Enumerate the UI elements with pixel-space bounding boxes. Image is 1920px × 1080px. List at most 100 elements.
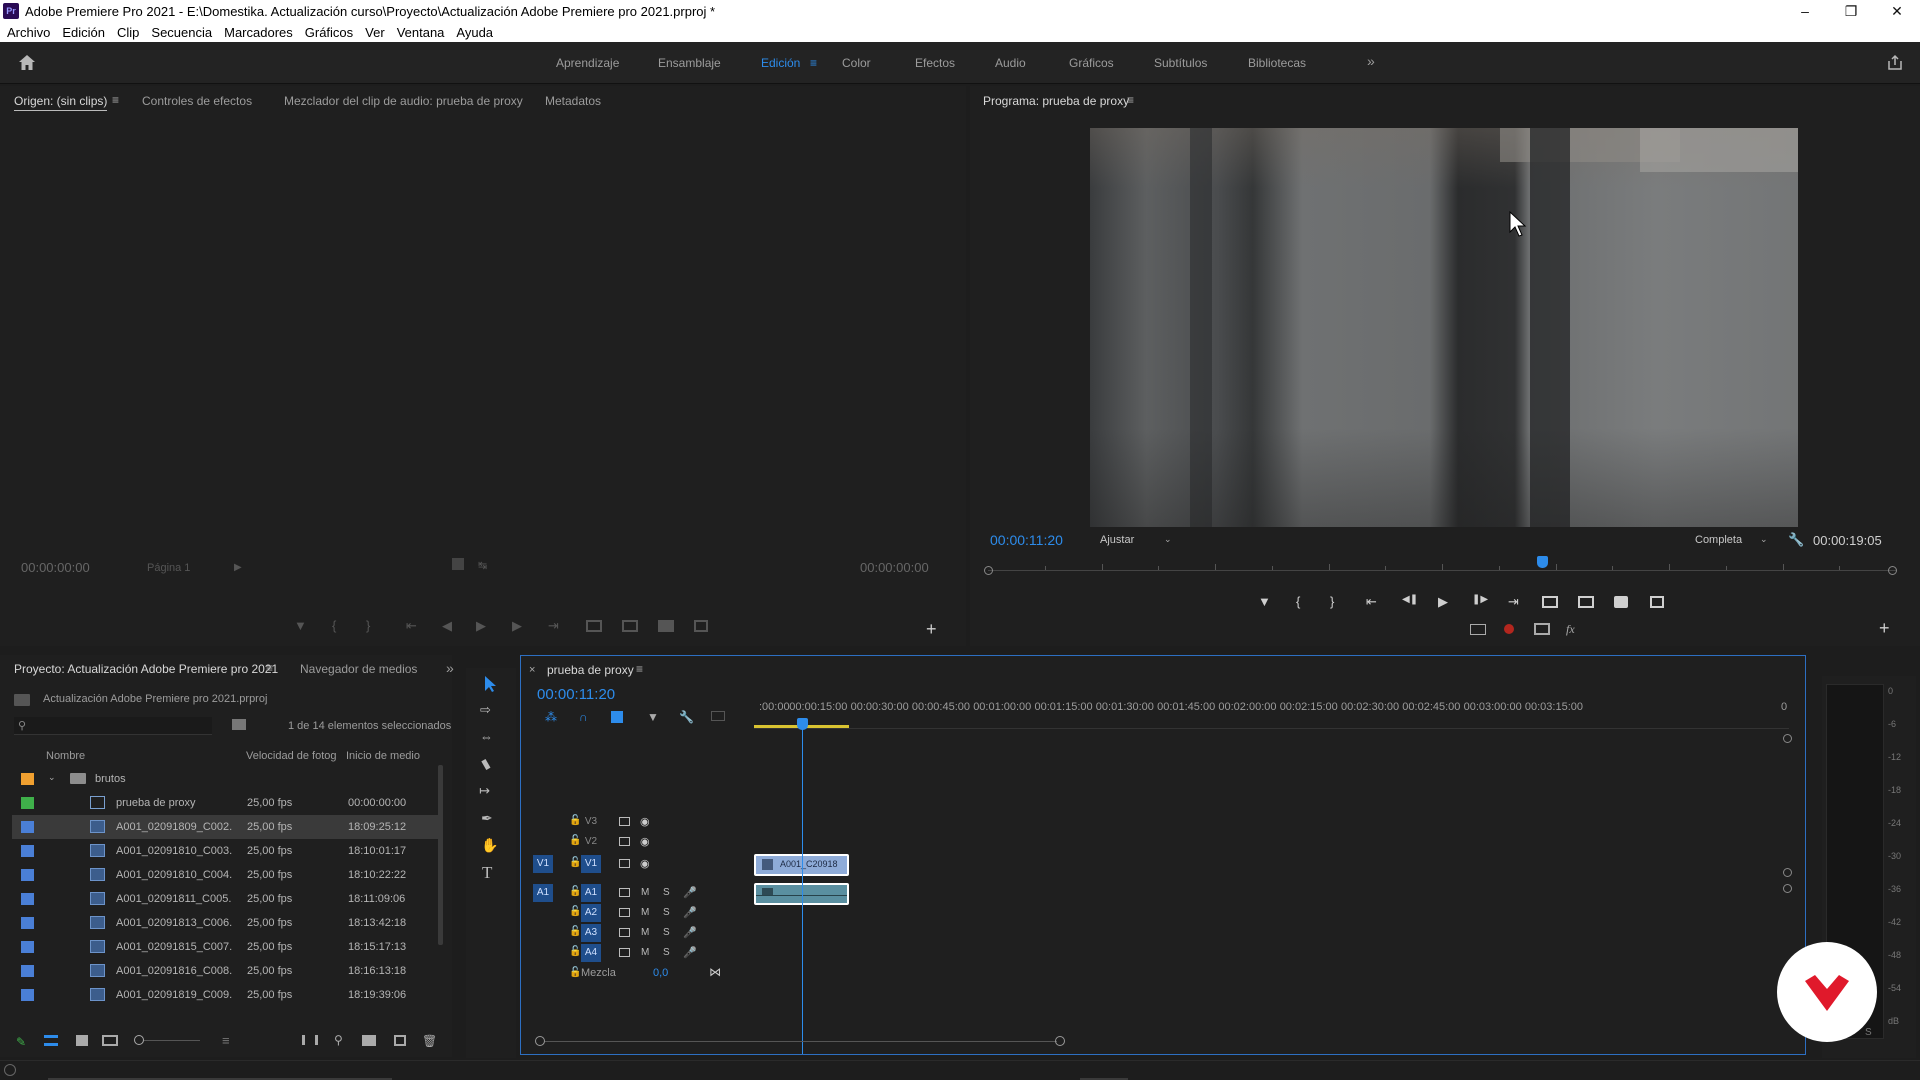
sequence-tab-menu-icon[interactable]: ≡ (636, 662, 643, 676)
workspace-ensamblaje[interactable]: Ensamblaje (658, 56, 721, 70)
zoom-slider[interactable] (144, 1040, 200, 1041)
label-color-swatch[interactable] (21, 965, 34, 977)
nest-toggle-icon[interactable]: ⁂ (545, 710, 557, 724)
mark-in-icon[interactable]: { (1296, 594, 1300, 609)
program-scrubber[interactable] (984, 556, 1900, 582)
eye-icon[interactable]: ◉ (640, 815, 650, 828)
lock-icon[interactable]: 🔓 (569, 926, 581, 937)
workspace-graficos[interactable]: Gráficos (1069, 56, 1114, 70)
mute-button[interactable]: M (641, 907, 649, 918)
ripple-edit-tool-icon[interactable]: ⇔ (480, 729, 493, 744)
safe-margins-icon[interactable] (452, 558, 464, 570)
new-bin-from-search-icon[interactable] (232, 719, 246, 730)
export-frame-icon[interactable] (658, 620, 674, 632)
track-target-a3[interactable]: A3 (581, 924, 601, 942)
lift-icon[interactable] (1542, 596, 1558, 608)
type-tool-icon[interactable]: T (482, 863, 492, 883)
label-color-swatch[interactable] (21, 845, 34, 857)
menu-edicion[interactable]: Edición (62, 25, 105, 40)
tab-media-browser[interactable]: Navegador de medios (300, 662, 417, 676)
label-color-swatch[interactable] (21, 821, 34, 833)
hzoom-right-handle[interactable] (1055, 1036, 1065, 1046)
play-icon[interactable]: ▶ (1438, 594, 1448, 610)
vertical-zoom-handle-audio[interactable] (1783, 884, 1792, 893)
workspace-efectos[interactable]: Efectos (915, 56, 955, 70)
hzoom-left-handle[interactable] (535, 1036, 545, 1046)
program-timecode[interactable]: 00:00:11:20 (990, 532, 1063, 548)
lock-icon[interactable]: 🔓 (569, 906, 581, 917)
scrubber-end-handle[interactable] (1888, 566, 1897, 575)
tab-metadata[interactable]: Metadatos (545, 94, 601, 108)
lock-icon[interactable]: 🔓 (569, 946, 581, 957)
program-playhead[interactable] (1536, 556, 1548, 568)
microphone-icon[interactable]: 🎤 (683, 926, 697, 939)
timeline-settings-wrench-icon[interactable]: 🔧 (679, 710, 694, 724)
track-target-v1[interactable]: V1 (581, 855, 601, 873)
project-item[interactable]: A001_02091810_C003. 25,00 fps 18:10:01:17 (12, 839, 438, 863)
workspace-aprendizaje[interactable]: Aprendizaje (556, 56, 619, 70)
sync-lock-icon[interactable] (619, 888, 630, 897)
track-select-tool-icon[interactable]: ⇨ (480, 702, 491, 718)
more-workspaces-icon[interactable]: » (1367, 53, 1375, 69)
menu-secuencia[interactable]: Secuencia (151, 25, 212, 40)
label-color-swatch[interactable] (21, 869, 34, 881)
source-patch-v1[interactable]: V1 (533, 855, 553, 873)
mark-out-icon[interactable]: } (1330, 594, 1334, 609)
record-icon[interactable] (1504, 624, 1514, 634)
selection-tool-icon[interactable] (482, 675, 498, 693)
sort-icon[interactable]: ≡ (222, 1033, 230, 1048)
label-color-swatch[interactable] (21, 797, 34, 809)
workspace-edicion[interactable]: Edición (761, 56, 800, 70)
microphone-icon[interactable]: 🎤 (683, 946, 697, 959)
fx-icon[interactable]: fx (1566, 622, 1575, 637)
icon-view-icon[interactable] (76, 1035, 88, 1046)
step-forward-icon[interactable]: ▶ (512, 618, 522, 634)
tab-program[interactable]: Programa: prueba de proxy (983, 94, 1129, 108)
timeline-horizontal-zoom[interactable] (535, 1035, 1785, 1049)
source-patch-a1[interactable]: A1 (533, 884, 553, 902)
project-item[interactable]: A001_02091813_C006. 25,00 fps 18:13:42:18 (12, 911, 438, 935)
project-tab-menu-icon[interactable]: ≡ (266, 661, 273, 675)
menu-graficos[interactable]: Gráficos (305, 25, 353, 40)
project-item[interactable]: A001_02091811_C005. 25,00 fps 18:11:09:06 (12, 887, 438, 911)
fit-chevron-down-icon[interactable]: ⌄ (1164, 534, 1172, 545)
trash-icon[interactable]: 🗑 (422, 1034, 437, 1048)
mark-out-icon[interactable]: } (366, 618, 370, 633)
project-search-input[interactable]: ⚲ (14, 717, 212, 735)
tab-effect-controls[interactable]: Controles de efectos (142, 94, 252, 108)
menu-ventana[interactable]: Ventana (397, 25, 445, 40)
sync-lock-icon[interactable] (619, 859, 630, 868)
workspace-color[interactable]: Color (842, 56, 871, 70)
solo-button[interactable]: S (663, 947, 670, 958)
add-marker-icon[interactable]: ▼ (294, 618, 307, 633)
project-item[interactable]: A001_02091810_C004. 25,00 fps 18:10:22:22 (12, 863, 438, 887)
hand-tool-icon[interactable]: ✋ (481, 837, 498, 854)
label-color-swatch[interactable] (21, 941, 34, 953)
snap-icon[interactable]: ∩ (579, 710, 588, 724)
go-to-end-icon[interactable]: ⋈ (709, 965, 721, 979)
freeform-view-icon[interactable] (102, 1035, 118, 1046)
program-tab-menu-icon[interactable]: ≡ (1127, 93, 1134, 107)
sync-lock-icon[interactable] (619, 837, 630, 846)
mark-in-icon[interactable]: { (332, 618, 336, 633)
eye-icon[interactable]: ◉ (640, 835, 650, 848)
home-icon[interactable] (18, 54, 36, 71)
proxy-toggle-icon[interactable] (1470, 624, 1486, 635)
timeline-playhead[interactable] (797, 718, 808, 730)
slip-tool-icon[interactable]: ↦ (479, 783, 490, 799)
pen-tool-icon[interactable]: ✒ (481, 810, 493, 827)
lock-icon[interactable]: 🔓 (569, 857, 581, 868)
tab-source[interactable]: Origen: (sin clips) (14, 94, 108, 111)
quality-dropdown[interactable]: Completa (1695, 534, 1742, 546)
extract-icon[interactable] (1578, 596, 1594, 608)
program-video-frame[interactable] (1090, 128, 1798, 527)
mute-button[interactable]: M (641, 927, 649, 938)
page-select[interactable]: Página 1 (147, 562, 190, 574)
project-item[interactable]: A001_02091815_C007. 25,00 fps 18:15:17:13 (12, 935, 438, 959)
play-icon[interactable]: ▶ (476, 618, 486, 634)
overwrite-icon[interactable] (622, 620, 638, 632)
quality-chevron-down-icon[interactable]: ⌄ (1760, 534, 1768, 545)
lock-icon[interactable]: 🔓 (569, 886, 581, 897)
wrench-icon[interactable]: 🔧 (1788, 532, 1804, 548)
solo-button[interactable]: S (663, 927, 670, 938)
